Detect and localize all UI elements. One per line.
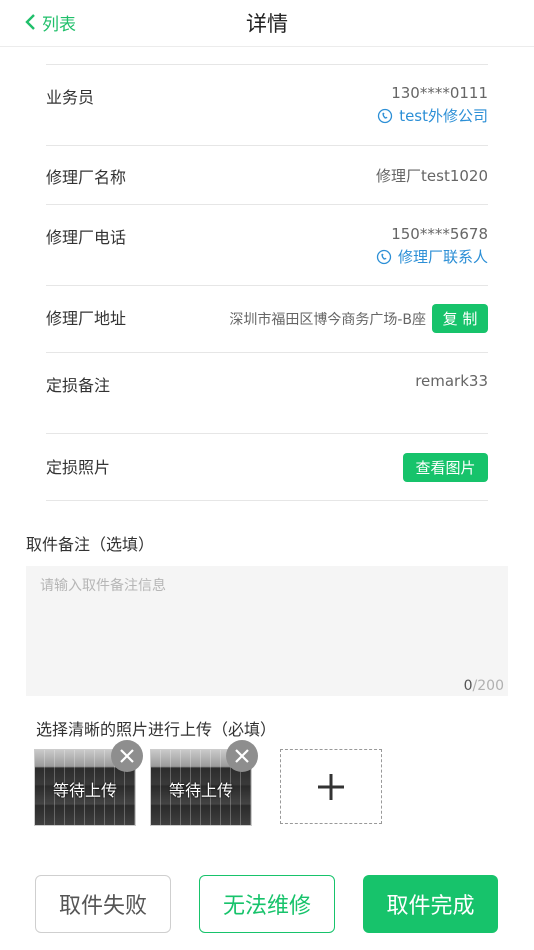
upload-status: 等待上传: [168, 781, 233, 800]
copy-address-button[interactable]: 复 制: [432, 304, 488, 333]
cannot-repair-button[interactable]: 无法维修: [199, 875, 335, 933]
char-count: 0: [463, 678, 473, 694]
salesman-label: 业务员: [46, 88, 95, 107]
salesman-contact: test外修公司: [399, 107, 488, 125]
loss-photos-label: 定损照片: [46, 458, 111, 477]
salesman-contact-link[interactable]: test外修公司: [377, 105, 488, 126]
upload-title: 选择清晰的照片进行上传（必填）: [36, 720, 277, 739]
divider: [46, 64, 488, 65]
upload-status: 等待上传: [52, 781, 117, 800]
divider: [46, 145, 488, 146]
pickup-complete-button[interactable]: 取件完成: [363, 875, 498, 933]
pickup-remark-title: 取件备注（选填）: [26, 535, 155, 554]
loss-remark-value: remark33: [415, 372, 488, 390]
char-counter: 0/200: [464, 678, 504, 694]
pickup-failed-button[interactable]: 取件失败: [35, 875, 171, 933]
factory-phone-label: 修理厂电话: [46, 228, 127, 247]
plus-icon: [318, 773, 344, 800]
salesman-phone: 130****0111: [391, 84, 488, 102]
phone-icon: [378, 108, 393, 123]
factory-address-label: 修理厂地址: [46, 309, 127, 328]
divider: [46, 285, 488, 286]
divider: [46, 352, 488, 353]
factory-phone-value: 150****5678: [391, 225, 488, 243]
remove-photo-button[interactable]: [226, 740, 258, 772]
factory-contact-link[interactable]: 修理厂联系人: [376, 246, 488, 267]
divider: [46, 500, 488, 501]
loss-remark-label: 定损备注: [46, 376, 111, 395]
pickup-remark-input[interactable]: [26, 566, 508, 696]
close-icon: [120, 749, 134, 763]
factory-name-label: 修理厂名称: [46, 168, 127, 187]
factory-contact: 修理厂联系人: [397, 248, 488, 266]
factory-address-value: 深圳市福田区博今商务广场-B座: [229, 312, 426, 328]
divider: [46, 433, 488, 434]
remove-photo-button[interactable]: [111, 740, 143, 772]
char-max: /200: [472, 678, 504, 694]
close-icon: [235, 749, 249, 763]
phone-icon: [376, 249, 392, 264]
page-title: 详情: [246, 12, 288, 36]
factory-name-value: 修理厂test1020: [376, 167, 488, 185]
divider: [46, 204, 488, 205]
view-photos-button[interactable]: 查看图片: [403, 453, 488, 482]
add-photo-button[interactable]: [280, 749, 382, 824]
